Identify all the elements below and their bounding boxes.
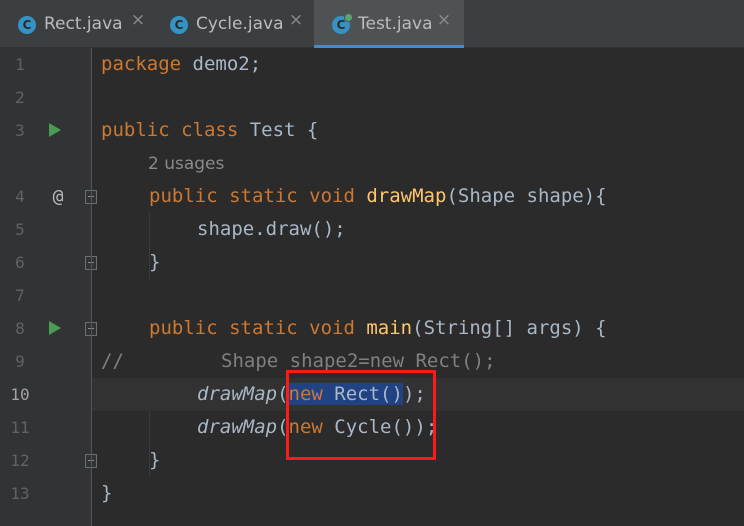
tab-label: Cycle.java xyxy=(196,14,284,34)
ide-window: C Rect.java × C Cycle.java × C Test.java… xyxy=(0,0,744,526)
tab-cycle-java[interactable]: C Cycle.java × xyxy=(152,0,314,48)
close-icon[interactable]: × xyxy=(130,12,146,29)
code-line-12: } xyxy=(149,449,161,471)
line-number: 12 xyxy=(10,451,30,470)
line-number: 4 xyxy=(15,187,25,206)
tab-label: Test.java xyxy=(358,14,433,34)
code-line-5: shape.draw(); xyxy=(197,218,346,240)
usages-hint[interactable]: 2 usages xyxy=(148,147,224,180)
implements-icon[interactable]: @ xyxy=(48,180,68,213)
close-icon[interactable]: × xyxy=(288,12,304,29)
line-number: 13 xyxy=(10,484,30,503)
close-icon[interactable]: × xyxy=(436,12,452,29)
tab-rect-java[interactable]: C Rect.java × xyxy=(0,0,152,48)
class-runnable-icon: C xyxy=(332,13,353,34)
code-line-3: public class Test { xyxy=(101,119,319,141)
class-icon: C xyxy=(18,16,36,34)
run-main-icon[interactable] xyxy=(49,321,61,335)
line-number: 6 xyxy=(15,253,25,272)
code-line-4: public static void drawMap(Shape shape){ xyxy=(149,185,607,207)
code-line-13: } xyxy=(101,482,113,504)
code-line-6: } xyxy=(149,251,161,273)
tab-label: Rect.java xyxy=(44,14,123,34)
class-icon: C xyxy=(170,16,188,34)
line-number: 3 xyxy=(15,121,25,140)
line-number: 7 xyxy=(15,286,25,305)
run-class-icon[interactable] xyxy=(49,123,61,137)
line-number-current: 10 xyxy=(10,385,30,404)
line-number: 11 xyxy=(10,418,30,437)
line-number: 9 xyxy=(15,352,25,371)
line-number: 5 xyxy=(15,220,25,239)
red-annotation-box xyxy=(286,370,436,460)
line-number: 1 xyxy=(15,55,25,74)
line-number: 2 xyxy=(15,88,25,107)
tab-test-java[interactable]: C Test.java × xyxy=(314,0,464,48)
line-number: 8 xyxy=(15,319,25,338)
editor-gutter[interactable]: 1 2 3 4 5 6 7 8 9 10 11 12 13 @ xyxy=(0,48,97,526)
code-line-1: package demo2; xyxy=(101,53,262,75)
code-line-8: public static void main(String[] args) { xyxy=(149,317,607,339)
code-line-9-comment-marker: // xyxy=(101,350,124,372)
editor-tab-bar: C Rect.java × C Cycle.java × C Test.java… xyxy=(0,0,744,48)
